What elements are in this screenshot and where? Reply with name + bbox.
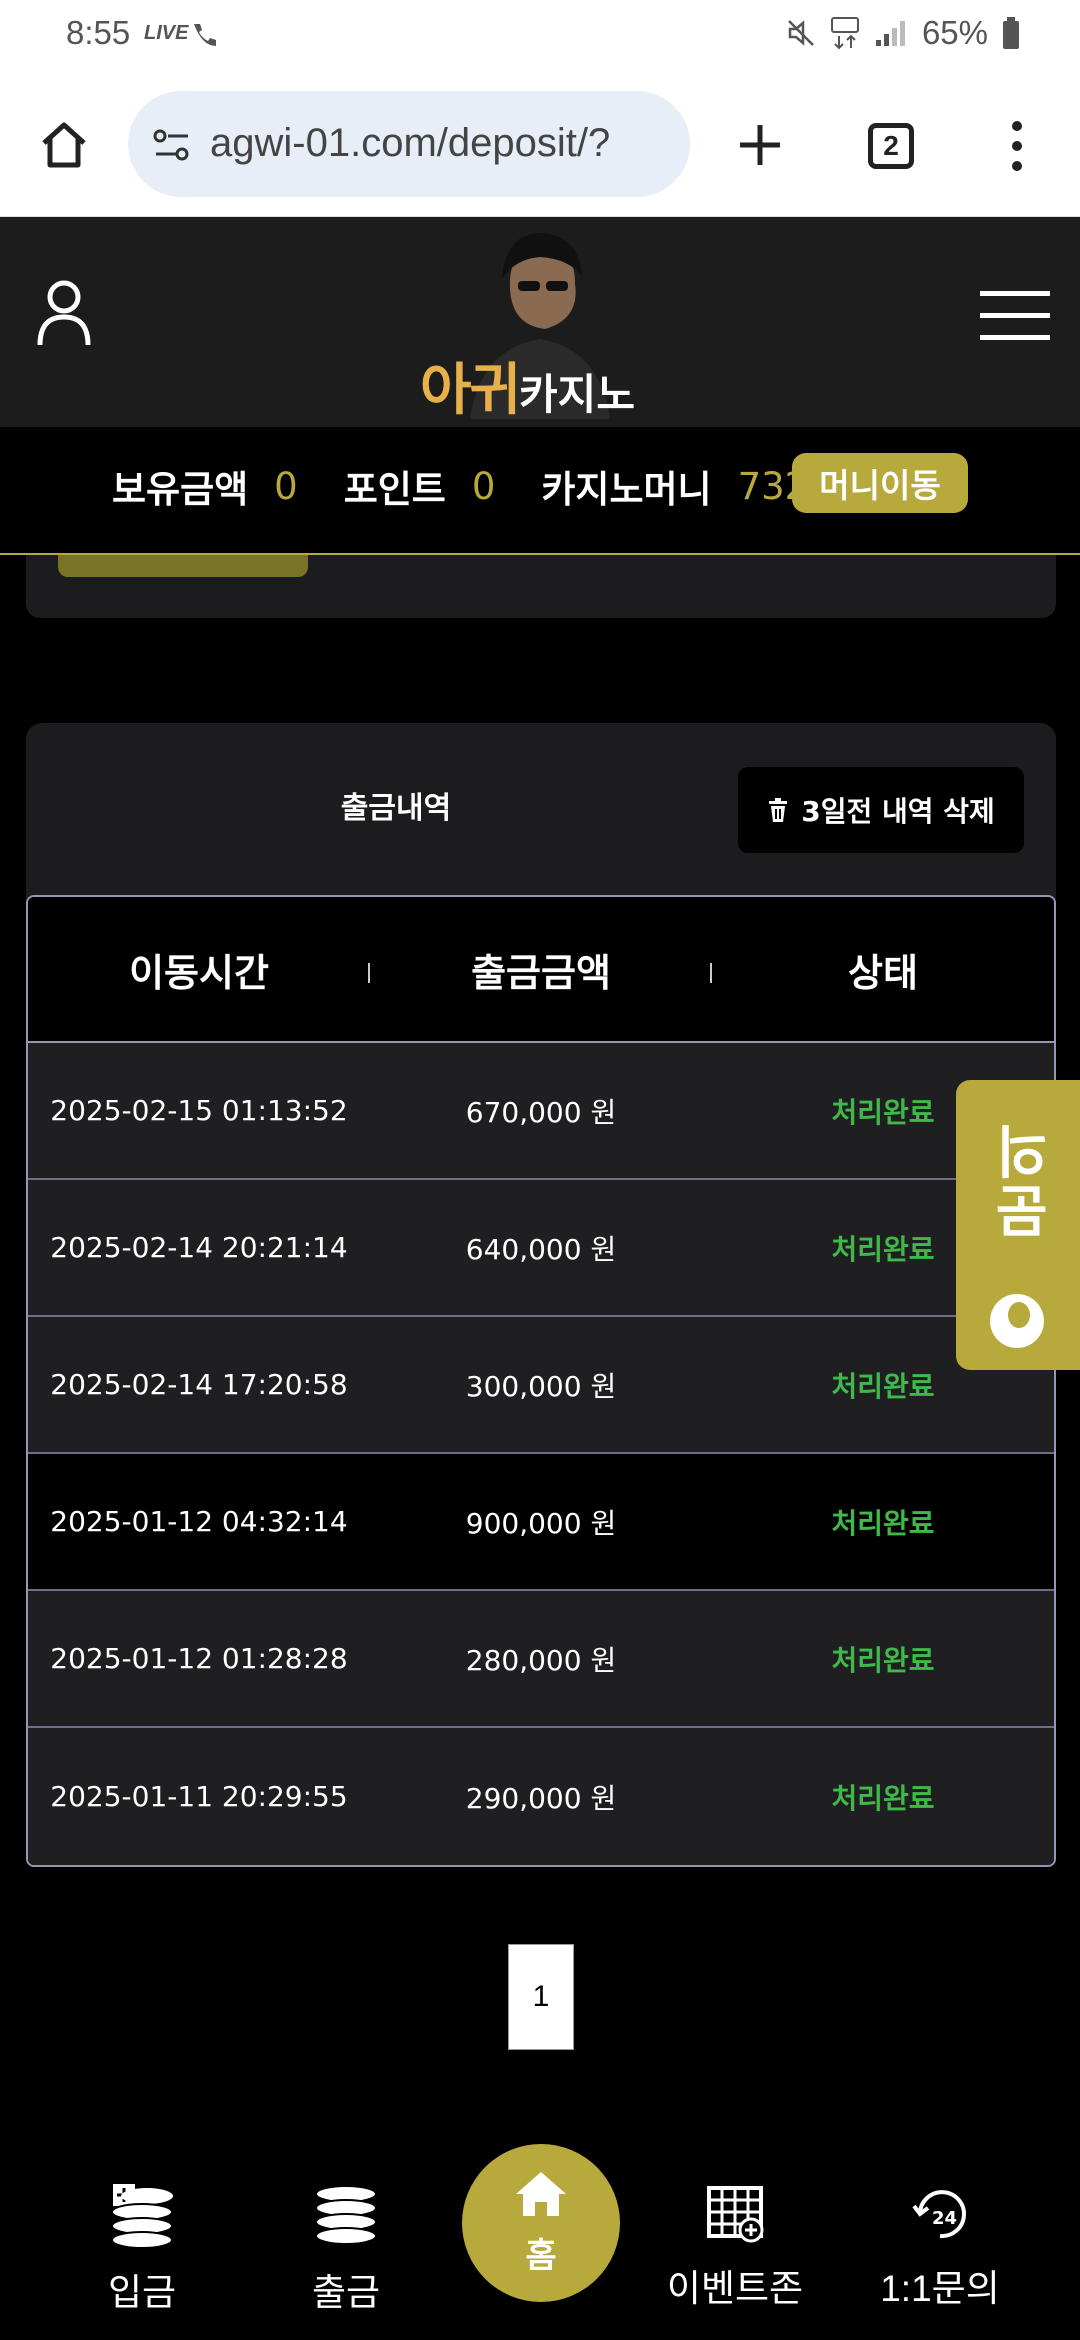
logo-main-text: 아귀 bbox=[420, 358, 521, 423]
row-amount: 300,000 원 bbox=[465, 1369, 617, 1403]
nav-event-zone-label: 이벤트존 bbox=[666, 2268, 804, 2309]
lte-icon bbox=[830, 17, 859, 50]
previous-card-button[interactable] bbox=[58, 555, 308, 577]
coins-stack-icon bbox=[315, 2185, 377, 2245]
point-value: 0 bbox=[471, 464, 496, 508]
more-menu-icon[interactable] bbox=[1005, 119, 1029, 173]
row-time: 2025-02-14 17:20:58 bbox=[50, 1368, 348, 1401]
table-row: 2025-02-15 01:13:52 670,000 원 처리완료 bbox=[28, 1043, 1054, 1180]
nav-withdraw[interactable]: 출금 bbox=[266, 2184, 426, 2316]
column-header-time: 이동시간 bbox=[28, 942, 370, 997]
row-time: 2025-01-11 20:29:55 bbox=[50, 1780, 348, 1813]
nav-event-zone[interactable]: 이벤트존 bbox=[655, 2184, 815, 2312]
bottom-navigation: 입금 출금 홈 이벤트존 24 1:1문의 bbox=[0, 2140, 1080, 2340]
site-settings-icon[interactable] bbox=[152, 127, 192, 163]
row-time: 2025-01-12 01:28:28 bbox=[50, 1642, 348, 1675]
support-24-icon: 24 bbox=[912, 2190, 966, 2239]
hamburger-menu-icon[interactable] bbox=[980, 289, 1050, 343]
address-bar[interactable]: agwi-01.com/deposit/? bbox=[128, 91, 690, 197]
row-amount: 670,000 원 bbox=[465, 1095, 617, 1129]
nav-deposit[interactable]: 입금 bbox=[62, 2184, 222, 2316]
point-label: 포인트 bbox=[343, 468, 446, 511]
status-bar: 8:55 LIVE 65% bbox=[0, 0, 1080, 75]
nav-inquiry[interactable]: 24 1:1문의 bbox=[860, 2184, 1020, 2312]
row-status: 처리완료 bbox=[831, 1369, 935, 1403]
battery-icon bbox=[1003, 17, 1019, 49]
table-row: 2025-01-12 01:28:28 280,000 원 처리완료 bbox=[28, 1591, 1054, 1728]
logo-sub-text: 카지노 bbox=[519, 370, 635, 419]
calendar-plus-icon bbox=[707, 2186, 764, 2243]
row-time: 2025-02-15 01:13:52 bbox=[50, 1094, 348, 1127]
withdraw-history-card: 출금내역 3일전 내역 삭제 이동시간 출금금액 상태 2025-02-15 0… bbox=[26, 723, 1056, 1867]
live-indicator: LIVE bbox=[144, 22, 189, 44]
nav-deposit-label: 입금 bbox=[107, 2272, 177, 2313]
user-icon[interactable] bbox=[34, 277, 94, 347]
holding-value: 0 bbox=[274, 464, 298, 508]
row-time: 2025-01-12 04:32:14 bbox=[50, 1505, 348, 1538]
delete-button-label: 3일전 내역 삭제 bbox=[801, 795, 995, 828]
row-status: 처리완료 bbox=[831, 1506, 935, 1540]
money-move-button[interactable]: 머니이동 bbox=[792, 453, 968, 513]
previous-card bbox=[26, 555, 1056, 618]
delete-old-history-button[interactable]: 3일전 내역 삭제 bbox=[738, 767, 1024, 853]
home-icon[interactable] bbox=[38, 119, 90, 171]
withdraw-history-title: 출금내역 bbox=[340, 791, 452, 826]
nav-withdraw-label: 출금 bbox=[311, 2272, 381, 2313]
browser-toolbar: agwi-01.com/deposit/? 2 bbox=[0, 75, 1080, 217]
tab-switcher-button[interactable]: 2 bbox=[868, 123, 914, 169]
site-logo[interactable]: 아귀카지노 bbox=[420, 345, 635, 426]
nav-home-label: 홈 bbox=[525, 2236, 557, 2276]
table-row: 2025-02-14 17:20:58 300,000 원 처리완료 bbox=[28, 1317, 1054, 1454]
balance-summary: 보유금액 0 포인트 0 카지노머니 732 bbox=[112, 455, 854, 517]
nav-inquiry-label: 1:1문의 bbox=[880, 2268, 1000, 2309]
svg-text:24: 24 bbox=[932, 2208, 957, 2229]
casino-money-label: 카지노머니 bbox=[541, 468, 712, 511]
signal-icon bbox=[875, 21, 905, 46]
home-icon bbox=[516, 2172, 566, 2216]
pagination-page-1[interactable]: 1 bbox=[508, 1944, 574, 2050]
column-header-amount: 출금금액 bbox=[370, 942, 712, 997]
balance-bar: 보유금액 0 포인트 0 카지노머니 732 머니이동 bbox=[0, 427, 1080, 555]
mute-icon bbox=[788, 20, 814, 46]
table-row: 2025-01-12 04:32:14 900,000 원 처리완료 bbox=[28, 1454, 1054, 1591]
row-amount: 900,000 원 bbox=[465, 1506, 617, 1540]
floating-inquiry-tab[interactable]: 문의 bbox=[956, 1080, 1080, 1370]
site-header: 아귀카지노 bbox=[0, 217, 1080, 427]
coins-plus-icon bbox=[111, 2184, 173, 2249]
row-amount: 280,000 원 bbox=[465, 1643, 617, 1677]
row-status: 처리완료 bbox=[831, 1781, 935, 1815]
url-text: agwi-01.com/deposit/? bbox=[210, 121, 611, 165]
row-time: 2025-02-14 20:21:14 bbox=[50, 1231, 348, 1264]
nav-home[interactable]: 홈 bbox=[462, 2144, 620, 2302]
floating-tab-label: 문의 bbox=[994, 1120, 1059, 1240]
wifi-call-icon bbox=[194, 24, 216, 46]
row-amount: 290,000 원 bbox=[465, 1781, 617, 1815]
battery-percent: 65% bbox=[921, 14, 988, 51]
chat-icon bbox=[990, 1294, 1044, 1348]
new-tab-icon[interactable] bbox=[736, 121, 784, 169]
table-row: 2025-01-11 20:29:55 290,000 원 처리완료 bbox=[28, 1728, 1054, 1865]
holding-label: 보유금액 bbox=[112, 468, 249, 511]
table-row: 2025-02-14 20:21:14 640,000 원 처리완료 bbox=[28, 1180, 1054, 1317]
status-time: 8:55 bbox=[66, 14, 131, 51]
row-status: 처리완료 bbox=[831, 1643, 935, 1677]
status-icons: 65% bbox=[786, 14, 1020, 52]
column-header-status: 상태 bbox=[848, 950, 918, 995]
trash-icon bbox=[769, 798, 788, 822]
withdraw-table: 이동시간 출금금액 상태 2025-02-15 01:13:52 670,000… bbox=[26, 895, 1056, 1867]
table-header: 이동시간 출금금액 상태 bbox=[28, 897, 1054, 1043]
row-amount: 640,000 원 bbox=[465, 1232, 617, 1266]
